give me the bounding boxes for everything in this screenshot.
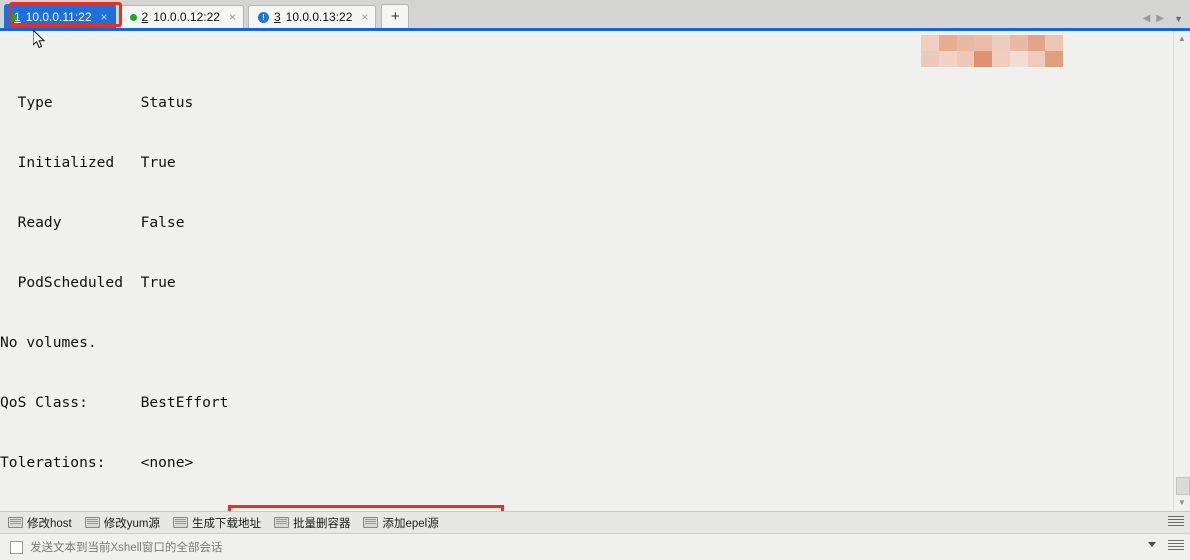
tab-1-close-icon[interactable]: × [101,11,108,23]
keyboard-icon [172,517,188,528]
tab-2-index: 2 [141,10,149,24]
tab-navigation: ◀ ▶ [1143,14,1164,24]
quick-button-label: 添加epel源 [382,517,439,530]
tab-session-1[interactable]: 1 10.0.0.11:22 × [4,4,116,28]
scroll-down-arrow-icon[interactable]: ▼ [1176,497,1188,509]
terminal-line: Tolerations: <none> [0,454,194,471]
tab-strip: 1 10.0.0.11:22 × 2 10.0.0.12:22 × ! 3 10… [0,0,410,28]
scrollbar-thumb[interactable] [1176,477,1190,495]
keyboard-icon [273,517,289,528]
quick-button-label: 修改yum源 [103,517,160,530]
quick-command-bar: 修改host 修改yum源 生成下载地址 批量删容器 添加epel源 [0,511,1190,533]
terminal-line: PodScheduled True [0,274,185,291]
keyboard-icon [363,517,379,528]
session-alert-icon: ! [257,11,269,23]
session-connected-dot-icon [10,14,17,21]
keyboard-icon [84,517,100,528]
tab-prev-arrow-icon[interactable]: ◀ [1143,14,1151,24]
quick-button-modify-host[interactable]: 修改host [8,515,72,531]
send-to-all-bar: 发送文本到当前Xshell窗口的全部会话 [0,533,1190,560]
terminal-area[interactable]: Type Status Initialized True Ready False… [0,31,1190,511]
tab-2-close-icon[interactable]: × [229,11,236,23]
terminal-output[interactable]: Type Status Initialized True Ready False… [0,31,1173,511]
tab-1-label: 10.0.0.11:22 [25,9,92,24]
tab-3-label: 10.0.0.13:22 [285,10,353,24]
tab-session-2[interactable]: 2 10.0.0.12:22 × [119,5,244,28]
quickbar-grip-icon[interactable] [1168,516,1184,529]
terminal-line: Ready False [0,214,194,231]
send-to-all-label: 发送文本到当前Xshell窗口的全部会话 [30,542,223,554]
tab-3-index: 3 [273,10,281,24]
terminal-line: Type Status [0,94,194,111]
quick-button-label: 批量删容器 [292,517,351,530]
tab-bar: 1 10.0.0.11:22 × 2 10.0.0.12:22 × ! 3 10… [0,0,1190,31]
quick-button-label: 生成下载地址 [191,517,261,530]
tab-list-menu-icon[interactable]: ▼ [1174,14,1183,24]
xshell-window: 1 10.0.0.11:22 × 2 10.0.0.12:22 × ! 3 10… [0,0,1190,560]
quick-button-label: 修改host [27,517,72,530]
quick-button-add-epel-repo[interactable]: 添加epel源 [363,515,439,531]
tab-next-arrow-icon[interactable]: ▶ [1156,14,1164,24]
session-connected-dot-icon [129,13,137,21]
tab-session-3[interactable]: ! 3 10.0.0.13:22 × [247,5,377,28]
quick-button-generate-download-url[interactable]: 生成下载地址 [172,515,261,531]
chevron-down-icon[interactable] [1148,542,1156,547]
statusbar-grip-icon[interactable] [1168,540,1184,553]
terminal-scrollbar[interactable]: ▲ ▼ [1173,31,1190,511]
keyboard-icon [8,517,23,528]
mouse-cursor-icon [33,30,46,49]
terminal-line: No volumes. [0,334,97,351]
terminal-line: Initialized True [0,154,185,171]
new-tab-button[interactable]: + [381,4,410,28]
scroll-up-arrow-icon[interactable]: ▲ [1176,33,1188,45]
quick-button-batch-delete-containers[interactable]: 批量删容器 [273,515,351,531]
tab-2-label: 10.0.0.12:22 [153,10,220,24]
redacted-mosaic-overlay [921,35,1063,67]
tab-3-close-icon[interactable]: × [361,11,368,23]
terminal-line: QoS Class: BestEffort [0,394,229,411]
send-to-all-checkbox[interactable] [10,540,23,554]
quick-button-modify-yum[interactable]: 修改yum源 [84,515,160,531]
